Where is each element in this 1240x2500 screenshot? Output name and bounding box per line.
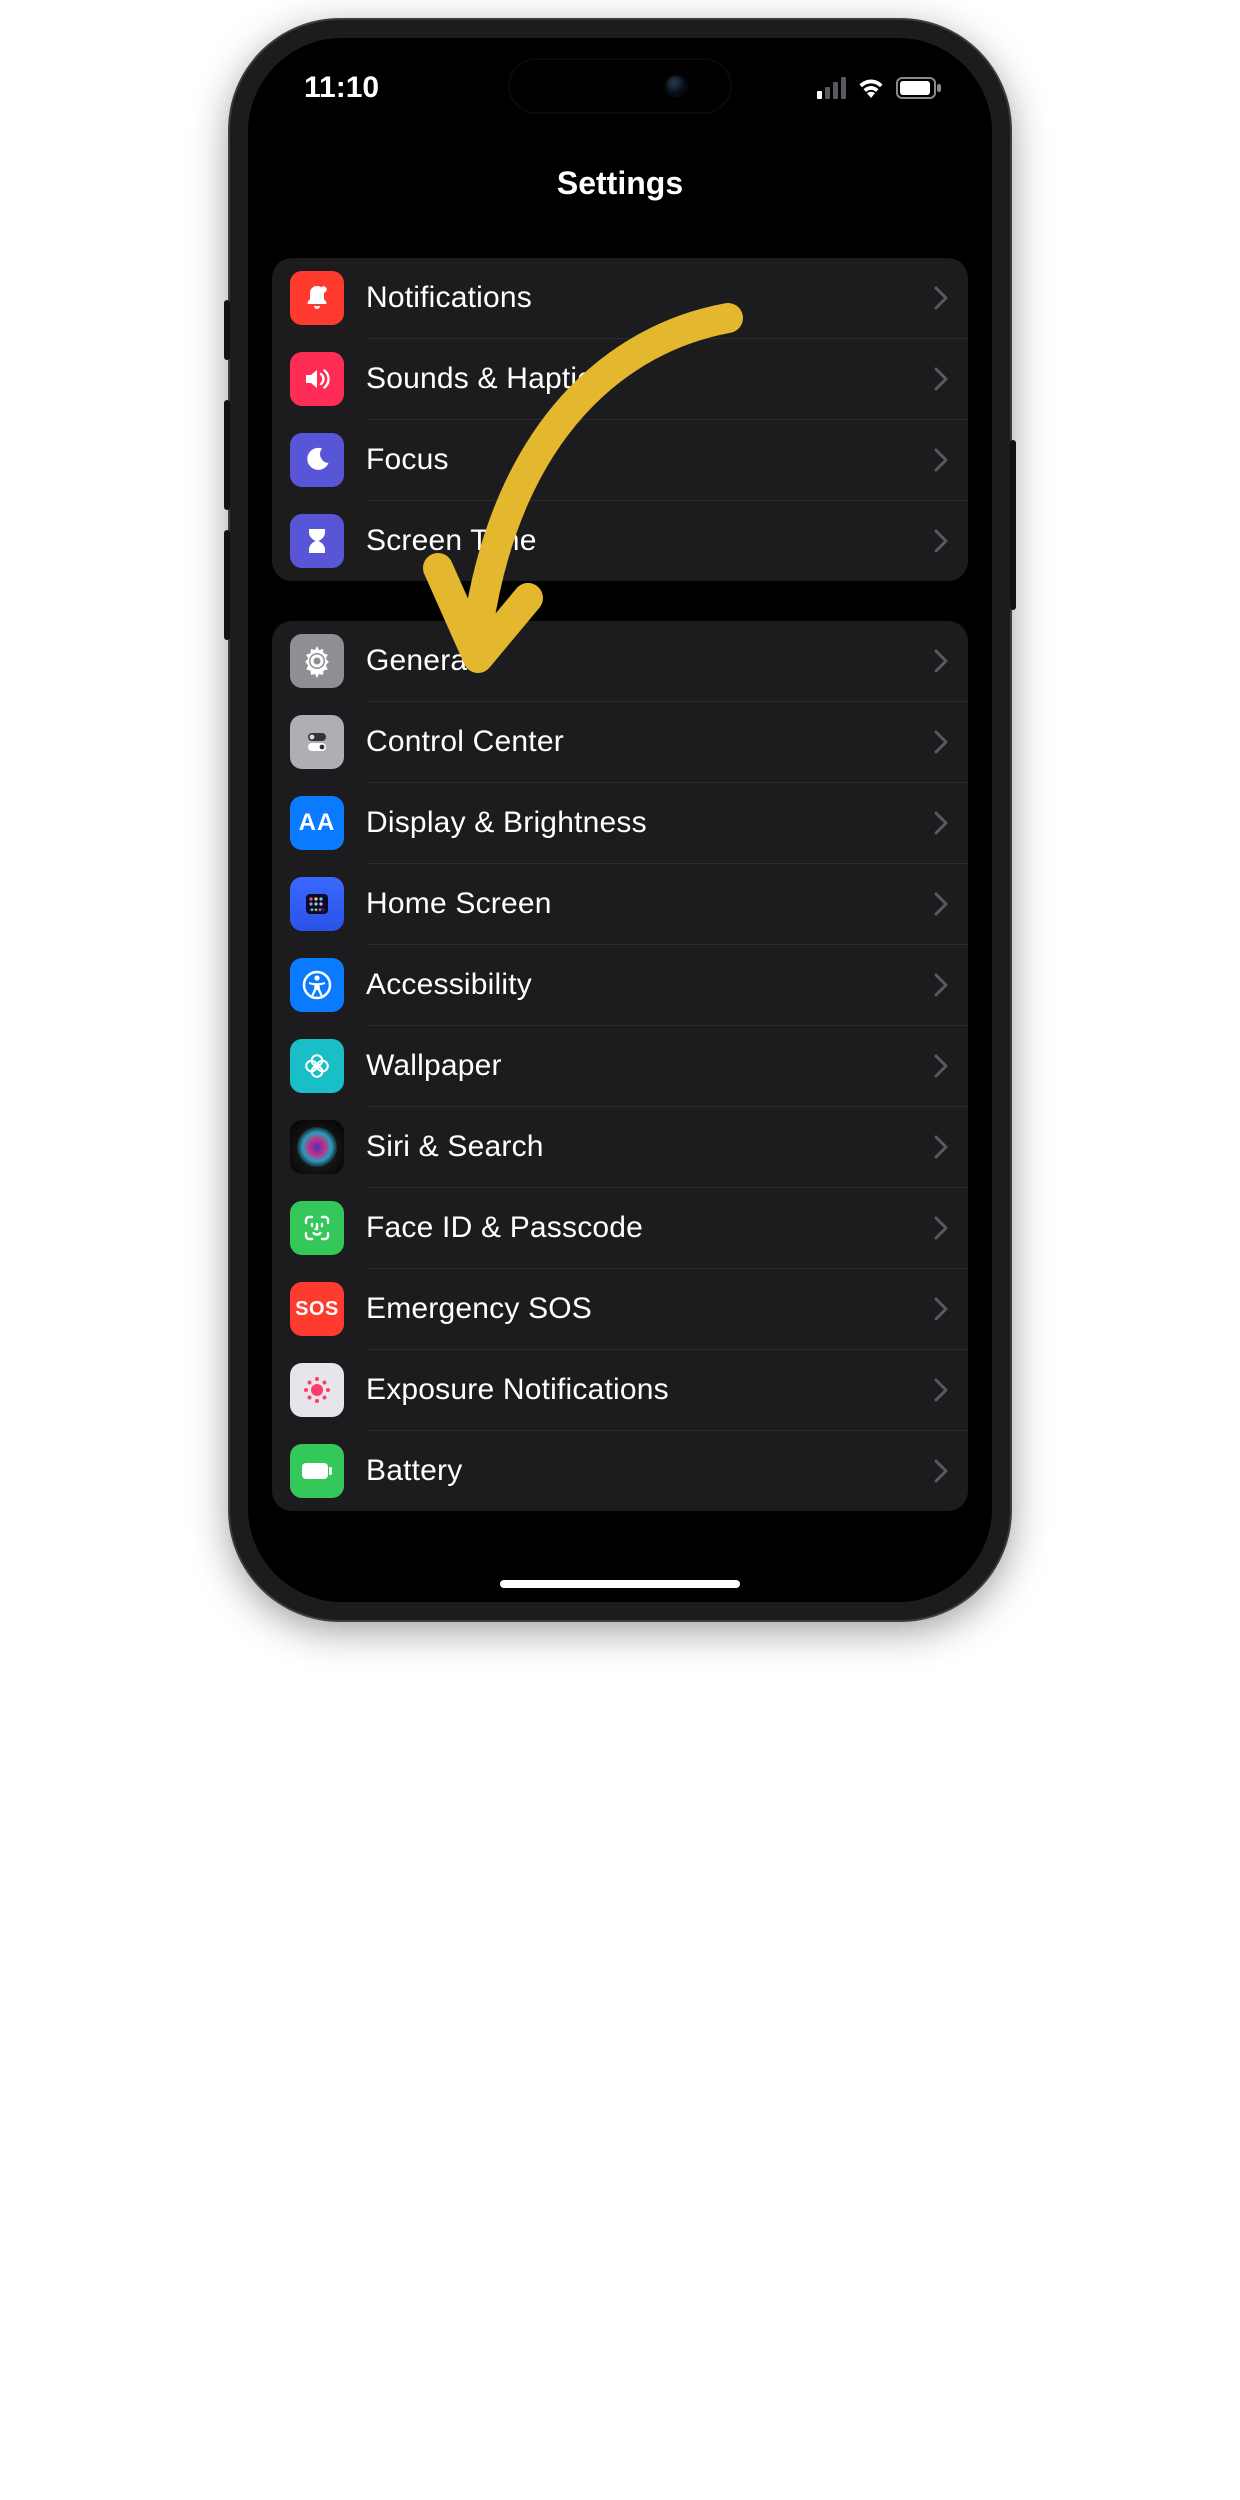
- dynamic-island: [510, 60, 730, 112]
- chevron-right-icon: [934, 448, 948, 472]
- display-brightness-icon: AA: [290, 796, 344, 850]
- general-icon: [290, 634, 344, 688]
- row-label: Emergency SOS: [366, 1292, 912, 1326]
- chevron-right-icon: [934, 1216, 948, 1240]
- settings-group-general: General Control Center AA Display: [272, 621, 968, 1511]
- siri-icon: [290, 1120, 344, 1174]
- chevron-right-icon: [934, 529, 948, 553]
- accessibility-icon: [290, 958, 344, 1012]
- row-label: Exposure Notifications: [366, 1373, 912, 1407]
- settings-group-alerts: Notifications Sounds & Haptics F: [272, 258, 968, 581]
- row-exposure-notifications[interactable]: Exposure Notifications: [272, 1350, 968, 1430]
- row-label: Face ID & Passcode: [366, 1211, 912, 1245]
- chevron-right-icon: [934, 649, 948, 673]
- sounds-icon: [290, 352, 344, 406]
- row-label: Home Screen: [366, 887, 912, 921]
- row-label: Accessibility: [366, 968, 912, 1002]
- control-center-icon: [290, 715, 344, 769]
- row-sounds-haptics[interactable]: Sounds & Haptics: [272, 339, 968, 419]
- chevron-right-icon: [934, 1297, 948, 1321]
- row-label: Siri & Search: [366, 1130, 912, 1164]
- cellular-signal-icon: [817, 77, 846, 99]
- row-battery[interactable]: Battery: [272, 1431, 968, 1511]
- row-notifications[interactable]: Notifications: [272, 258, 968, 338]
- screen: 11:10 Settings: [248, 38, 992, 1602]
- row-label: General: [366, 644, 912, 678]
- chevron-right-icon: [934, 1054, 948, 1078]
- row-face-id-passcode[interactable]: Face ID & Passcode: [272, 1188, 968, 1268]
- home-indicator[interactable]: [500, 1580, 740, 1588]
- row-label: Battery: [366, 1454, 912, 1488]
- row-label: Wallpaper: [366, 1049, 912, 1083]
- chevron-right-icon: [934, 286, 948, 310]
- volume-down-button: [224, 530, 230, 640]
- side-button: [1010, 440, 1016, 610]
- row-focus[interactable]: Focus: [272, 420, 968, 500]
- row-display-brightness[interactable]: AA Display & Brightness: [272, 783, 968, 863]
- chevron-right-icon: [934, 730, 948, 754]
- chevron-right-icon: [934, 1378, 948, 1402]
- mute-switch: [224, 300, 230, 360]
- row-screen-time[interactable]: Screen Time: [272, 501, 968, 581]
- settings-content: Notifications Sounds & Haptics F: [248, 258, 992, 1511]
- row-label: Sounds & Haptics: [366, 362, 912, 396]
- sos-icon: SOS: [290, 1282, 344, 1336]
- status-indicators: [817, 77, 942, 99]
- chevron-right-icon: [934, 1459, 948, 1483]
- exposure-notifications-icon: [290, 1363, 344, 1417]
- row-control-center[interactable]: Control Center: [272, 702, 968, 782]
- wifi-icon: [856, 77, 886, 99]
- chevron-right-icon: [934, 367, 948, 391]
- notifications-icon: [290, 271, 344, 325]
- nav-header: Settings: [248, 138, 992, 228]
- home-screen-icon: [290, 877, 344, 931]
- front-camera: [666, 76, 686, 96]
- focus-icon: [290, 433, 344, 487]
- volume-up-button: [224, 400, 230, 510]
- battery-settings-icon: [290, 1444, 344, 1498]
- row-label: Screen Time: [366, 524, 912, 558]
- chevron-right-icon: [934, 892, 948, 916]
- row-siri-search[interactable]: Siri & Search: [272, 1107, 968, 1187]
- chevron-right-icon: [934, 973, 948, 997]
- row-emergency-sos[interactable]: SOS Emergency SOS: [272, 1269, 968, 1349]
- sos-text: SOS: [295, 1298, 339, 1321]
- row-label: Notifications: [366, 281, 912, 315]
- row-home-screen[interactable]: Home Screen: [272, 864, 968, 944]
- row-accessibility[interactable]: Accessibility: [272, 945, 968, 1025]
- row-wallpaper[interactable]: Wallpaper: [272, 1026, 968, 1106]
- row-label: Control Center: [366, 725, 912, 759]
- status-time: 11:10: [304, 71, 379, 105]
- row-general[interactable]: General: [272, 621, 968, 701]
- screen-time-icon: [290, 514, 344, 568]
- page-title: Settings: [557, 165, 683, 202]
- face-id-icon: [290, 1201, 344, 1255]
- row-label: Display & Brightness: [366, 806, 912, 840]
- chevron-right-icon: [934, 1135, 948, 1159]
- wallpaper-icon: [290, 1039, 344, 1093]
- chevron-right-icon: [934, 811, 948, 835]
- row-label: Focus: [366, 443, 912, 477]
- phone-frame: 11:10 Settings: [230, 20, 1010, 1620]
- battery-icon: [896, 77, 942, 99]
